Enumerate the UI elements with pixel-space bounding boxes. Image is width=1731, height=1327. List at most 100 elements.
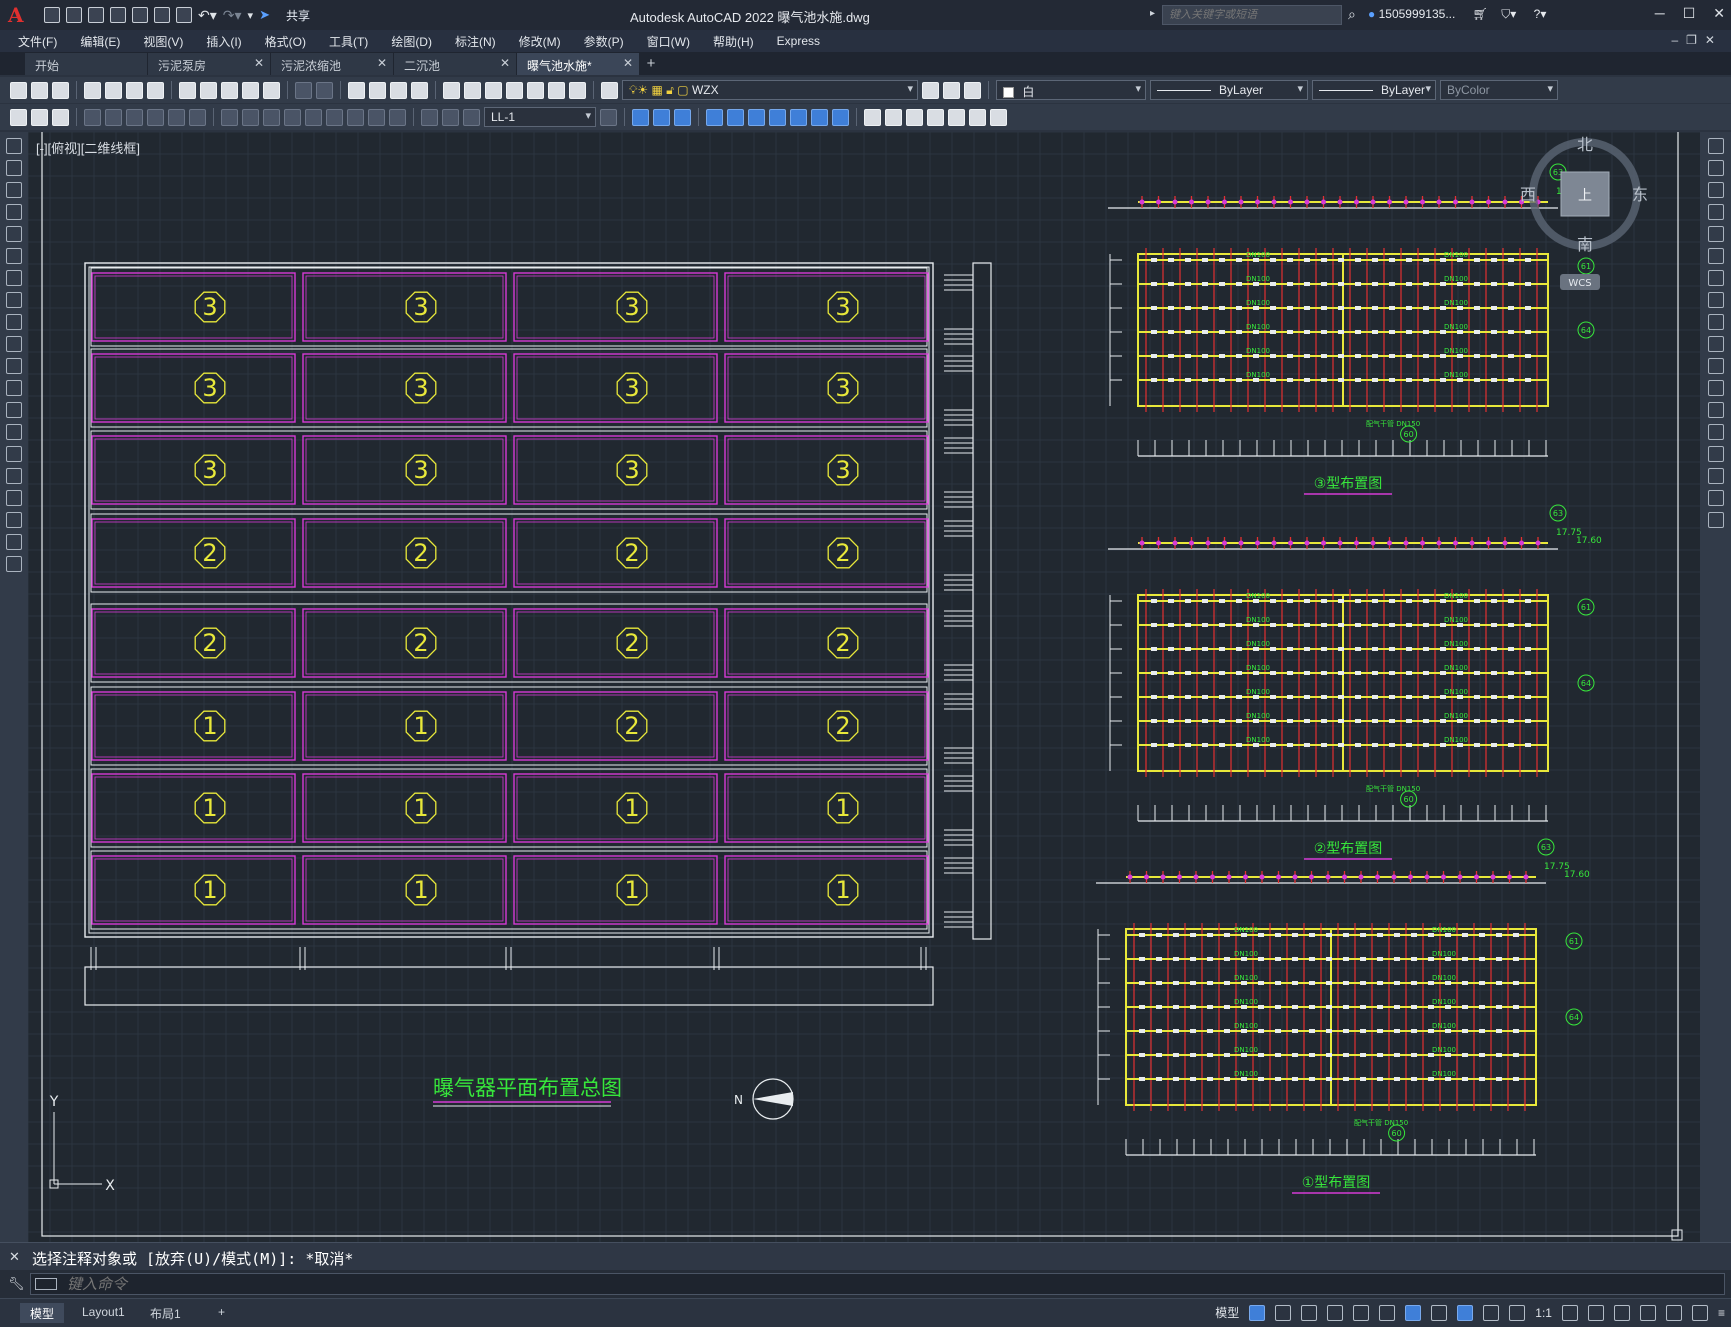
revision-cloud-icon[interactable] <box>6 292 22 308</box>
stretch-icon[interactable] <box>1707 314 1724 330</box>
dim-baseline-icon[interactable] <box>242 108 259 126</box>
dim-space-icon[interactable] <box>284 108 301 126</box>
annotation-monitor-icon[interactable] <box>1587 1304 1604 1321</box>
ellipse-icon[interactable] <box>6 336 22 352</box>
object-snap-tracking-icon[interactable] <box>1379 1304 1396 1321</box>
isodraft-icon[interactable] <box>1353 1304 1370 1321</box>
dim-diameter-icon[interactable] <box>168 108 185 126</box>
quick-dim-icon[interactable] <box>221 108 238 126</box>
fillet-icon[interactable] <box>1707 468 1724 484</box>
drawing-svg[interactable]: 3 3 3 3 3 3 3 3 3 3 3 3 2 2 2 2 2 2 2 2 1 1 2 2 1 1 1 1 1 1 1 1 曝气器平面布置总… <box>28 132 1700 1242</box>
close-tab-icon[interactable]: ✕ <box>500 56 510 70</box>
close-icon[interactable]: ✕ <box>1713 5 1725 22</box>
undo-icon[interactable]: ↶▾ <box>198 7 217 24</box>
zoom-realtime-icon[interactable] <box>369 81 386 99</box>
file-tab-3[interactable]: 二沉池 ✕ <box>394 53 516 75</box>
hatch-icon[interactable] <box>6 446 22 462</box>
sheet-set-icon[interactable] <box>506 81 523 99</box>
publish-icon[interactable] <box>126 81 143 99</box>
menu-item-3[interactable]: 插入(I) <box>206 33 241 50</box>
layout-tab-1[interactable]: Layout1 <box>72 1303 135 1323</box>
web-save-icon[interactable] <box>132 7 148 23</box>
menu-item-5[interactable]: 工具(T) <box>329 33 368 50</box>
thicken-icon[interactable] <box>811 108 828 126</box>
web-open-icon[interactable] <box>154 7 170 23</box>
insert-block-icon[interactable] <box>6 380 22 396</box>
search-icon[interactable]: ⌕ <box>1348 6 1356 23</box>
add-selected-icon[interactable] <box>6 556 22 572</box>
extrude-faces-icon[interactable] <box>885 108 902 126</box>
construction-line-icon[interactable] <box>6 160 22 176</box>
open-icon[interactable] <box>31 81 48 99</box>
maximize-icon[interactable]: ☐ <box>1683 5 1696 22</box>
dim-update-icon[interactable] <box>463 108 480 126</box>
break-icon[interactable] <box>1707 402 1724 418</box>
save-icon[interactable] <box>52 81 69 99</box>
3d-move-icon[interactable] <box>632 108 649 126</box>
subtract-icon[interactable] <box>727 108 744 126</box>
viewport-controls[interactable]: [-][俯视][二维线框] <box>36 138 140 157</box>
ellipse-arc-icon[interactable] <box>6 358 22 374</box>
polyline-icon[interactable] <box>6 182 22 198</box>
menu-item-1[interactable]: 编辑(E) <box>80 33 120 50</box>
minimize-icon[interactable]: ─ <box>1655 5 1665 22</box>
cut-icon[interactable] <box>179 81 196 99</box>
dim-ordinate-icon[interactable] <box>105 108 122 126</box>
separate-icon[interactable] <box>990 108 1007 126</box>
lineweight-dropdown[interactable]: ByLayer <box>1312 80 1436 100</box>
imprint-icon[interactable] <box>832 108 849 126</box>
menu-item-6[interactable]: 绘图(D) <box>391 33 432 50</box>
grid-icon[interactable] <box>1249 1304 1266 1321</box>
customize-icon[interactable]: 🔧︎ <box>8 1276 25 1292</box>
model-space-button[interactable]: 模型 <box>1215 1304 1239 1321</box>
layer-dropdown[interactable]: 💡︎☀ ▦ 🔓︎ ▢ WZX <box>622 80 918 100</box>
dim-jogged-icon[interactable] <box>147 108 164 126</box>
snap-icon[interactable] <box>1275 1304 1292 1321</box>
share-icon[interactable]: ➤ <box>259 7 270 23</box>
open-file-icon[interactable] <box>66 7 82 23</box>
units-icon[interactable] <box>1613 1304 1630 1321</box>
erase-icon[interactable] <box>1707 138 1724 154</box>
isolate-objects-icon[interactable] <box>1665 1304 1682 1321</box>
shell-icon[interactable] <box>969 108 986 126</box>
workspace-gear-icon[interactable] <box>1561 1304 1578 1321</box>
union-icon[interactable] <box>706 108 723 126</box>
help-icon[interactable] <box>569 81 586 99</box>
qnew-icon[interactable] <box>10 81 27 99</box>
search-input[interactable] <box>1162 5 1342 25</box>
calculator-icon[interactable] <box>548 81 565 99</box>
command-prompt-icon[interactable] <box>35 1278 57 1290</box>
plot-preview-icon[interactable] <box>105 81 122 99</box>
help-icon[interactable]: ?▾ <box>1534 7 1547 21</box>
extend-icon[interactable] <box>1707 358 1724 374</box>
table-icon[interactable] <box>6 512 22 528</box>
3d-align-icon[interactable] <box>674 108 691 126</box>
dim-continue-icon[interactable] <box>263 108 280 126</box>
undo-icon[interactable] <box>295 81 312 99</box>
menu-item-12[interactable]: Express <box>777 34 820 48</box>
color-dropdown[interactable]: 白 <box>996 80 1146 100</box>
copy-icon[interactable] <box>1707 160 1724 176</box>
dim-break-icon[interactable] <box>305 108 322 126</box>
move-faces-icon[interactable] <box>906 108 923 126</box>
point-icon[interactable] <box>6 424 22 440</box>
dim-arc-icon[interactable] <box>84 108 101 126</box>
annotation-scale-icon[interactable] <box>1509 1304 1526 1321</box>
layout-tab-2[interactable]: 布局1 <box>140 1303 191 1323</box>
new-layout-icon[interactable]: + <box>208 1303 235 1323</box>
search-expand-icon[interactable]: ▸ <box>1150 8 1155 19</box>
trim-icon[interactable] <box>1707 336 1724 352</box>
file-tab-4[interactable]: 曝气池水施* ✕ <box>517 53 639 75</box>
layer-states-icon[interactable] <box>964 81 981 99</box>
menu-item-4[interactable]: 格式(O) <box>265 33 306 50</box>
tool-palettes-icon[interactable] <box>485 81 502 99</box>
join-icon[interactable] <box>1707 424 1724 440</box>
close-tab-icon[interactable]: ✕ <box>254 56 264 70</box>
line-icon[interactable] <box>6 138 22 154</box>
plot-icon[interactable] <box>176 7 192 23</box>
customize-qat-icon[interactable]: ▾ <box>248 9 254 22</box>
dim-style-manager-icon[interactable] <box>600 108 617 126</box>
user-account[interactable]: ● 1505999135... 🛒︎ ⛉▾ ?▾ <box>1368 7 1546 22</box>
close-tab-icon[interactable]: ✕ <box>623 56 633 70</box>
plot-icon[interactable] <box>84 81 101 99</box>
